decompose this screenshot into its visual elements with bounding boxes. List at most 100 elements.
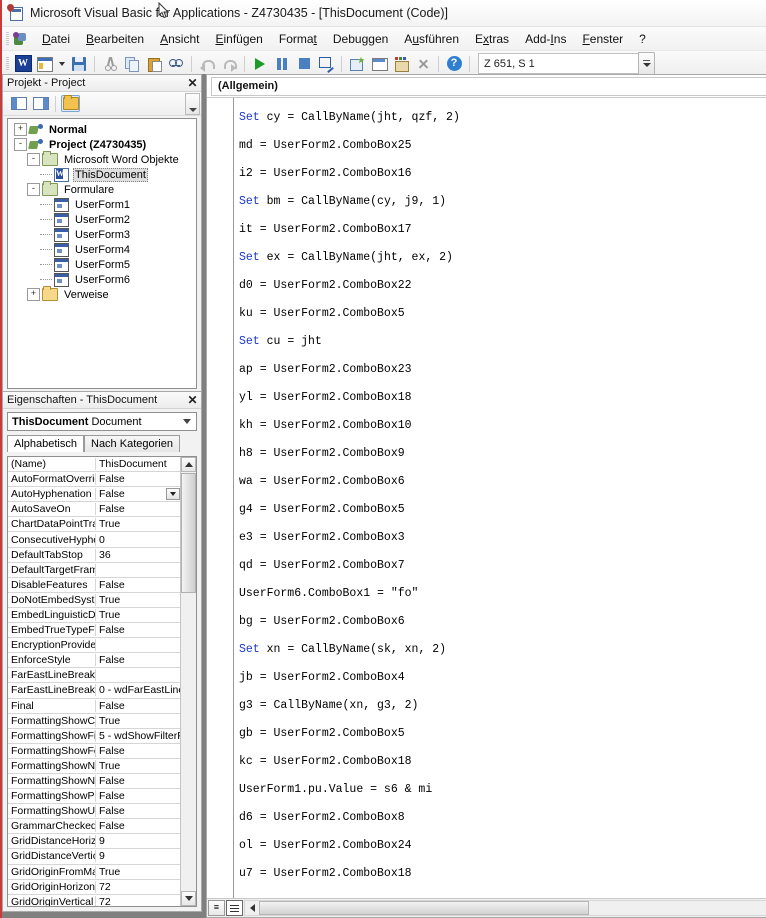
property-value[interactable]: False bbox=[96, 654, 180, 666]
full-module-view-button[interactable] bbox=[226, 900, 243, 916]
property-row[interactable]: FormattingShowUseFalse bbox=[8, 804, 180, 820]
menu-item-help[interactable]: ? bbox=[631, 30, 654, 48]
object-select[interactable]: (Allgemein) bbox=[211, 76, 766, 96]
property-value[interactable]: True bbox=[96, 866, 180, 878]
menu-item-ausfuehren[interactable]: Ausführen bbox=[396, 30, 467, 48]
code-line[interactable]: e3 = UserForm2.ComboBox3 bbox=[239, 524, 766, 552]
property-row[interactable]: AutoFormatOverrideFalse bbox=[8, 472, 180, 488]
code-line[interactable]: qd = UserForm2.ComboBox7 bbox=[239, 552, 766, 580]
scroll-left-button[interactable] bbox=[245, 901, 259, 915]
property-value[interactable]: False bbox=[96, 745, 180, 757]
code-line[interactable]: ap = UserForm2.ComboBox23 bbox=[239, 356, 766, 384]
scroll-up-button[interactable] bbox=[181, 457, 196, 472]
property-value[interactable]: True bbox=[96, 609, 180, 621]
run-button[interactable] bbox=[249, 53, 271, 74]
property-value[interactable]: False bbox=[96, 624, 180, 636]
redo-button[interactable] bbox=[218, 53, 240, 74]
code-line[interactable]: Set bm = CallByName(cy, j9, 1) bbox=[239, 188, 766, 216]
property-row[interactable]: EncryptionProvider bbox=[8, 638, 180, 654]
tree-item-userform5[interactable]: UserForm5 bbox=[10, 257, 196, 272]
insert-userform-button[interactable] bbox=[34, 53, 56, 74]
property-value[interactable]: True bbox=[96, 760, 180, 772]
project-panel-titlebar[interactable]: Projekt - Project ✕ bbox=[3, 75, 201, 92]
code-line[interactable]: ol = UserForm2.ComboBox24 bbox=[239, 832, 766, 860]
design-mode-button[interactable] bbox=[315, 53, 337, 74]
scroll-down-button[interactable] bbox=[181, 891, 196, 906]
property-row[interactable]: AutoHyphenation False bbox=[8, 487, 180, 503]
property-row[interactable]: FormattingShowCleaTrue bbox=[8, 714, 180, 729]
property-value[interactable]: True bbox=[96, 518, 180, 530]
property-row[interactable]: FarEastLineBreakLar bbox=[8, 668, 180, 684]
menu-item-debuggen[interactable]: Debuggen bbox=[325, 30, 396, 48]
code-line[interactable]: Set cu = jht bbox=[239, 328, 766, 356]
menu-item-bearbeiten[interactable]: Bearbeiten bbox=[78, 30, 152, 48]
property-value[interactable]: False bbox=[96, 488, 180, 501]
menu-item-format[interactable]: Format bbox=[271, 30, 325, 48]
undo-button[interactable] bbox=[196, 53, 218, 74]
property-row[interactable]: GridDistanceVertical9 bbox=[8, 849, 180, 865]
help-button[interactable]: ? bbox=[443, 53, 465, 74]
procedure-view-button[interactable]: ≡ bbox=[208, 900, 225, 916]
code-line[interactable]: yl = UserForm2.ComboBox18 bbox=[239, 384, 766, 412]
tree-item-normal[interactable]: + Normal bbox=[10, 122, 196, 137]
property-value[interactable]: False bbox=[96, 473, 180, 485]
view-code-button[interactable] bbox=[9, 95, 28, 112]
tree-expander-toggle[interactable]: + bbox=[14, 123, 27, 136]
property-value[interactable]: 0 - wdFarEastLineE bbox=[96, 684, 180, 696]
break-button[interactable] bbox=[271, 53, 293, 74]
tab-alphabetisch[interactable]: Alphabetisch bbox=[7, 435, 84, 452]
code-line[interactable]: jb = UserForm2.ComboBox4 bbox=[239, 664, 766, 692]
property-row[interactable]: DefaultTargetFrame bbox=[8, 563, 180, 578]
menu-grip-handle[interactable] bbox=[6, 31, 9, 46]
properties-object-select[interactable]: ThisDocument Document bbox=[7, 412, 197, 431]
tree-item-userform2[interactable]: UserForm2 bbox=[10, 212, 196, 227]
property-value[interactable]: False bbox=[96, 579, 180, 591]
toggle-folders-button[interactable] bbox=[61, 95, 80, 112]
property-row[interactable]: DisableFeatures False bbox=[8, 578, 180, 593]
property-row[interactable]: AutoSaveOn False bbox=[8, 502, 180, 518]
menu-item-einfuegen[interactable]: Einfügen bbox=[207, 30, 270, 48]
property-row[interactable]: FormattingShowParaFalse bbox=[8, 789, 180, 805]
tree-item-userform3[interactable]: UserForm3 bbox=[10, 227, 196, 242]
property-row[interactable]: GridOriginVertical 72 bbox=[8, 895, 180, 906]
menu-item-ansicht[interactable]: Ansicht bbox=[152, 30, 207, 48]
property-row[interactable]: FormattingShowFilte5 - wdShowFilterFo bbox=[8, 729, 180, 744]
project-toolbar-overflow-button[interactable] bbox=[185, 93, 200, 115]
property-row[interactable]: GridOriginHorizontal72 bbox=[8, 880, 180, 895]
menu-item-add-ins[interactable]: Add-Ins bbox=[517, 30, 574, 48]
property-value[interactable]: 9 bbox=[96, 835, 180, 847]
tree-item-userform1[interactable]: UserForm1 bbox=[10, 197, 196, 212]
save-button[interactable] bbox=[68, 53, 90, 74]
code-line[interactable]: Set cy = CallByName(jht, qzf, 2) bbox=[239, 104, 766, 132]
tree-expander-toggle[interactable]: - bbox=[14, 138, 27, 151]
code-text[interactable]: Set cy = CallByName(jht, qzf, 2) md = Use… bbox=[239, 104, 766, 899]
code-line[interactable]: i2 = UserForm2.ComboBox16 bbox=[239, 160, 766, 188]
tree-expander-toggle[interactable]: - bbox=[27, 153, 40, 166]
properties-window-button[interactable] bbox=[368, 53, 390, 74]
code-line[interactable]: u7 = UserForm2.ComboBox18 bbox=[239, 860, 766, 888]
property-value[interactable]: False bbox=[96, 503, 180, 515]
property-row[interactable]: DefaultTabStop 36 bbox=[8, 548, 180, 563]
property-row[interactable]: FormattingShowNumFalse bbox=[8, 774, 180, 790]
code-line[interactable]: ku = UserForm2.ComboBox5 bbox=[239, 300, 766, 328]
property-row[interactable]: DoNotEmbedSystemTrue bbox=[8, 593, 180, 608]
property-value[interactable]: ThisDocument bbox=[96, 458, 180, 470]
view-object-button[interactable] bbox=[31, 95, 50, 112]
properties-panel-titlebar[interactable]: Eigenschaften - ThisDocument ✕ bbox=[3, 392, 201, 409]
property-value[interactable]: 0 bbox=[96, 534, 180, 546]
code-line[interactable]: gb = UserForm2.ComboBox5 bbox=[239, 720, 766, 748]
find-button[interactable] bbox=[165, 53, 187, 74]
property-row[interactable]: EnforceStyle False bbox=[8, 653, 180, 669]
code-line[interactable]: bg = UserForm2.ComboBox6 bbox=[239, 608, 766, 636]
tree-item-formulare[interactable]: - Formulare bbox=[10, 181, 196, 197]
code-line[interactable]: it = UserForm2.ComboBox17 bbox=[239, 216, 766, 244]
property-value[interactable]: 72 bbox=[96, 896, 180, 906]
property-value[interactable]: True bbox=[96, 715, 180, 727]
code-horizontal-scrollbar[interactable] bbox=[244, 900, 766, 916]
view-word-button[interactable]: W bbox=[12, 53, 34, 74]
property-dropdown-button[interactable] bbox=[166, 488, 180, 501]
menu-item-datei[interactable]: Datei bbox=[34, 30, 78, 48]
property-value[interactable]: 9 bbox=[96, 850, 180, 862]
property-value[interactable]: False bbox=[96, 790, 180, 802]
property-value[interactable]: False bbox=[96, 700, 180, 712]
